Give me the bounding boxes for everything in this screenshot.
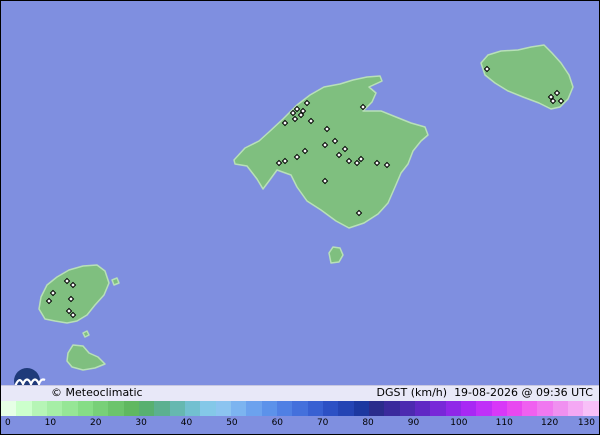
legend-tick-label: 70	[316, 418, 329, 428]
legend-swatch	[368, 401, 385, 416]
legend-swatch	[77, 401, 93, 416]
legend-tick-label: 80	[362, 418, 374, 428]
legend-tick-label: 90	[407, 418, 420, 428]
legend-tick-label: 30	[135, 418, 147, 428]
credit-text: © Meteoclimatic	[51, 386, 143, 399]
legend-swatch	[583, 401, 599, 416]
balearic-islands-map	[1, 1, 599, 385]
legend-swatch	[353, 401, 369, 416]
legend-tick-label: 120	[541, 418, 559, 428]
legend-ticks: 0 10 20 30 40 50 60 70 80 90 100 110 120 130	[1, 416, 599, 434]
legend-swatch	[261, 401, 277, 416]
islet-ibiza-east	[111, 277, 120, 286]
legend-swatch	[276, 401, 293, 416]
legend-swatch	[307, 401, 323, 416]
legend-swatch	[476, 401, 492, 416]
legend-swatch	[430, 401, 446, 416]
variable-timestamp: DGST (km/h) 19-08-2026 @ 09:36 UTC	[377, 386, 593, 399]
legend-swatch	[292, 401, 308, 416]
legend-tick-label: 100	[450, 418, 468, 428]
legend-tick-label: 50	[226, 418, 238, 428]
legend-swatch	[246, 401, 262, 416]
legend-swatch	[92, 401, 109, 416]
legend-swatch	[138, 401, 155, 416]
legend-swatch	[338, 401, 354, 416]
legend-swatch	[215, 401, 231, 416]
legend-swatch	[506, 401, 523, 416]
legend-tick-label: 60	[271, 418, 284, 428]
legend-swatch	[1, 401, 17, 416]
legend-tick-label: 10	[44, 418, 57, 428]
timestamp: 19-08-2026 @ 09:36 UTC	[454, 386, 593, 399]
legend-swatch	[537, 401, 553, 416]
legend-swatch	[522, 401, 538, 416]
legend-tick-label: 0	[5, 418, 11, 428]
legend-swatch	[16, 401, 32, 416]
legend-swatch	[200, 401, 216, 416]
legend-swatch	[31, 401, 47, 416]
legend-swatch	[568, 401, 584, 416]
legend-swatch	[62, 401, 78, 416]
legend-tick-label: 20	[90, 418, 102, 428]
legend-swatch	[169, 401, 185, 416]
islet-ibiza-south	[82, 330, 90, 338]
legend-swatch	[154, 401, 170, 416]
legend-swatch	[108, 401, 124, 416]
legend-tick-label: 130	[577, 418, 595, 428]
legend-tick-label: 110	[495, 418, 513, 428]
legend-colorbar	[1, 401, 599, 416]
legend-swatch	[46, 401, 63, 416]
legend-swatch	[445, 401, 461, 416]
legend-swatch	[322, 401, 339, 416]
legend-swatch	[384, 401, 400, 416]
map-frame: © Meteoclimatic DGST (km/h) 19-08-2026 @…	[0, 0, 600, 435]
legend-swatch	[552, 401, 569, 416]
legend-swatch	[123, 401, 139, 416]
legend-swatch	[414, 401, 431, 416]
legend-swatch	[230, 401, 247, 416]
legend-swatch	[399, 401, 415, 416]
legend-swatch	[184, 401, 201, 416]
legend-tick-label: 40	[180, 418, 193, 428]
variable-label: DGST (km/h)	[376, 386, 448, 399]
legend-swatch	[460, 401, 477, 416]
legend-swatch	[491, 401, 507, 416]
